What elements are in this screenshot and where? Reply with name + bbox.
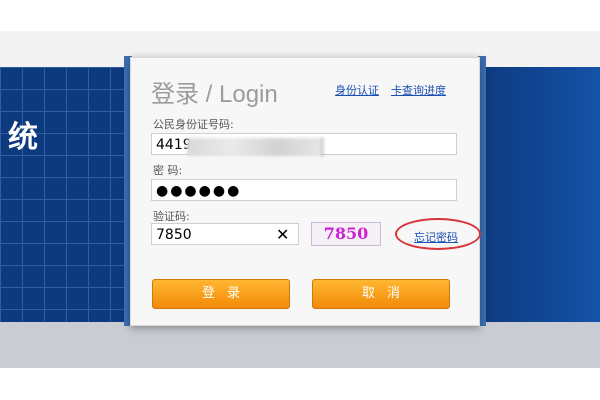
banner-text: 统 [8, 120, 38, 155]
captcha-label: 验证码: [153, 210, 190, 223]
login-button[interactable]: 登录 [152, 279, 290, 309]
id-number-label: 公民身份证号码: [153, 118, 234, 131]
forgot-password-link[interactable]: 忘记密码 [414, 229, 458, 245]
identity-auth-link[interactable]: 身份认证 [335, 82, 379, 98]
banner-shade [480, 67, 600, 322]
password-label: 密 码: [153, 164, 183, 177]
password-input[interactable]: ●●●●●● [151, 179, 457, 201]
card-progress-link[interactable]: 卡查询进度 [391, 82, 446, 98]
id-number-redaction [187, 138, 323, 156]
close-icon[interactable]: ✕ [276, 225, 289, 244]
login-title: 登录 / Login [151, 81, 278, 108]
login-dialog: 登录 / Login 身份认证 卡查询进度 公民身份证号码: 4419 密 码:… [130, 57, 481, 326]
password-value: ●●●●●● [156, 183, 242, 199]
grid-pattern [0, 67, 140, 322]
cancel-button[interactable]: 取消 [312, 279, 450, 309]
screen: 统 登录 / Login 身份认证 卡查询进度 公民身份证号码: 4419 密 … [0, 0, 600, 400]
captcha-value: 7850 [156, 227, 192, 243]
footer-band [0, 322, 600, 368]
captcha-image[interactable]: 7850 [311, 222, 381, 246]
